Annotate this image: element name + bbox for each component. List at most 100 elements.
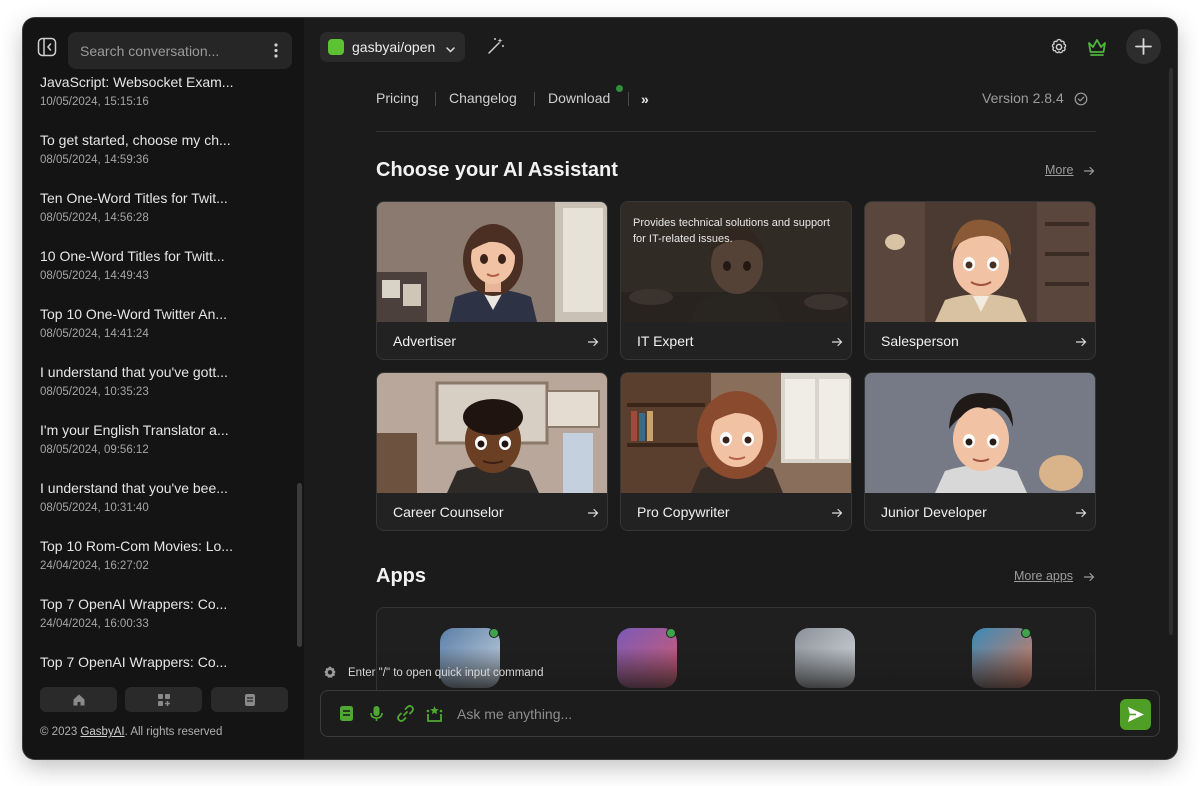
link-icon[interactable] — [396, 704, 415, 723]
nav-pricing[interactable]: Pricing — [376, 90, 419, 106]
conversation-item[interactable]: Top 7 OpenAI Wrappers: Co... 24/04/2024,… — [40, 596, 280, 650]
chevron-down-icon — [445, 42, 456, 53]
conversation-date: 08/05/2024, 14:49:43 — [40, 270, 149, 282]
conversation-item[interactable]: I understand that you've bee... 08/05/20… — [40, 480, 280, 534]
model-name: gasbyai/open — [352, 39, 436, 55]
conversation-date: 10/05/2024, 15:15:16 — [40, 96, 149, 108]
search-input[interactable] — [80, 32, 260, 69]
assistant-card-pro-copywriter[interactable]: Pro Copywriter — [620, 372, 852, 531]
conversation-title: 10 One-Word Titles for Twitt... — [40, 248, 225, 264]
magic-wand-icon[interactable] — [486, 36, 506, 56]
assistant-name: Junior Developer — [881, 504, 987, 520]
apps-more-link[interactable]: More apps — [1014, 569, 1073, 583]
nav-separator — [534, 92, 535, 106]
quick-command-text: Enter "/" to open quick input command — [348, 667, 544, 679]
apps-grid-button[interactable] — [125, 687, 202, 712]
arrow-right-icon[interactable] — [1083, 164, 1095, 176]
send-icon — [1128, 707, 1144, 722]
brand-link[interactable]: GasbyAI — [80, 726, 124, 738]
chat-input[interactable] — [457, 691, 1077, 737]
nav-changelog[interactable]: Changelog — [449, 90, 517, 106]
prompts-button[interactable] — [211, 687, 288, 712]
copyright-prefix: © 2023 — [40, 726, 81, 738]
assistant-agent-icon[interactable] — [425, 704, 444, 723]
arrow-right-icon[interactable] — [1083, 570, 1095, 582]
conversation-title: Top 7 OpenAI Wrappers: Co... — [40, 596, 228, 612]
microphone-icon[interactable] — [367, 704, 386, 723]
assistant-name: Salesperson — [881, 333, 959, 349]
conversation-date: 24/04/2024, 16:00:33 — [40, 618, 149, 630]
conversation-item[interactable]: 10 One-Word Titles for Twitt... 08/05/20… — [40, 248, 280, 302]
more-vertical-icon[interactable] — [270, 42, 282, 59]
nav-download[interactable]: Download — [548, 90, 610, 106]
search-box — [68, 32, 292, 69]
home-icon — [73, 694, 84, 705]
app-status-badge — [489, 628, 499, 638]
home-button[interactable] — [40, 687, 117, 712]
conversation-item[interactable]: Top 10 One-Word Twitter An... 08/05/2024… — [40, 306, 280, 360]
composer — [320, 690, 1160, 737]
card-footer: Advertiser — [377, 322, 607, 359]
crown-icon[interactable] — [1086, 36, 1108, 58]
arrow-right-icon — [1075, 335, 1087, 347]
download-status-dot — [616, 85, 623, 92]
sidebar-scrollbar[interactable] — [297, 483, 302, 647]
career-counselor-portrait — [377, 373, 607, 493]
card-footer: Career Counselor — [377, 493, 607, 530]
card-footer: Junior Developer — [865, 493, 1095, 530]
arrow-right-icon — [587, 506, 599, 518]
settings-gear-icon[interactable] — [322, 665, 338, 681]
card-footer: Pro Copywriter — [621, 493, 851, 530]
conversation-title: Top 10 Rom-Com Movies: Lo... — [40, 538, 233, 554]
conversation-item[interactable]: Ten One-Word Titles for Twit... 08/05/20… — [40, 190, 280, 244]
apps-grid-icon — [157, 693, 170, 706]
check-circle-icon — [1074, 92, 1088, 106]
version-label: Version 2.8.4 — [982, 90, 1064, 106]
copyright-suffix: . All rights reserved — [124, 726, 223, 738]
main-scrollbar[interactable] — [1169, 68, 1173, 635]
main-panel: gasbyai/open Pricing Changelog Download — [304, 18, 1177, 759]
conversation-list: JavaScript: Websocket Exam... 10/05/2024… — [23, 70, 304, 682]
app-window: JavaScript: Websocket Exam... 10/05/2024… — [23, 18, 1177, 759]
conversation-title: I understand that you've gott... — [40, 364, 228, 380]
sidebar: JavaScript: Websocket Exam... 10/05/2024… — [23, 18, 304, 759]
conversation-date: 08/05/2024, 14:41:24 — [40, 328, 149, 340]
conversation-item[interactable]: Top 10 Rom-Com Movies: Lo... 24/04/2024,… — [40, 538, 280, 592]
apps-section-title: Apps — [376, 565, 426, 587]
model-select[interactable]: gasbyai/open — [320, 32, 465, 62]
copyright: © 2023 GasbyAI. All rights reserved — [40, 726, 222, 738]
send-button[interactable] — [1120, 699, 1151, 730]
arrow-right-icon — [831, 335, 843, 347]
assistant-name: Pro Copywriter — [637, 504, 730, 520]
conversation-item[interactable]: I'm your English Translator a... 08/05/2… — [40, 422, 280, 476]
assistant-card-salesperson[interactable]: Salesperson — [864, 201, 1096, 360]
assistant-card-junior-developer[interactable]: Junior Developer — [864, 372, 1096, 531]
conversation-title: To get started, choose my ch... — [40, 132, 231, 148]
conversation-date: 24/04/2024, 16:27:02 — [40, 560, 149, 572]
top-nav: Pricing Changelog Download » Version 2.8… — [376, 85, 1096, 112]
sidebar-bottom-toolbar — [40, 687, 288, 712]
conversation-item[interactable]: JavaScript: Websocket Exam... 10/05/2024… — [40, 74, 280, 128]
collapse-sidebar-icon[interactable] — [37, 37, 57, 57]
arrow-right-icon — [587, 335, 599, 347]
assistant-name: IT Expert — [637, 333, 694, 349]
model-logo-icon — [328, 39, 344, 55]
assistants-more-link[interactable]: More — [1045, 163, 1073, 177]
card-footer: IT Expert — [621, 322, 851, 359]
settings-gear-icon[interactable] — [1049, 37, 1069, 57]
conversation-item[interactable]: I understand that you've gott... 08/05/2… — [40, 364, 280, 418]
new-chat-button[interactable] — [1126, 29, 1161, 64]
prompt-library-icon[interactable] — [337, 704, 356, 723]
junior-developer-portrait — [865, 373, 1095, 493]
nav-separator — [435, 92, 436, 106]
conversation-title: Ten One-Word Titles for Twit... — [40, 190, 228, 206]
conversation-title: Top 7 OpenAI Wrappers: Co... — [40, 654, 228, 670]
assistant-card-advertiser[interactable]: Advertiser — [376, 201, 608, 360]
nav-more[interactable]: » — [641, 91, 649, 107]
assistant-card-it-expert[interactable]: Provides technical solutions and support… — [620, 201, 852, 360]
conversation-item[interactable]: To get started, choose my ch... 08/05/20… — [40, 132, 280, 186]
assistant-card-career-counselor[interactable]: Career Counselor — [376, 372, 608, 531]
conversation-date: 08/05/2024, 09:56:12 — [40, 444, 149, 456]
conversation-item[interactable]: Top 7 OpenAI Wrappers: Co... — [40, 654, 280, 682]
apps-panel — [376, 607, 1096, 697]
